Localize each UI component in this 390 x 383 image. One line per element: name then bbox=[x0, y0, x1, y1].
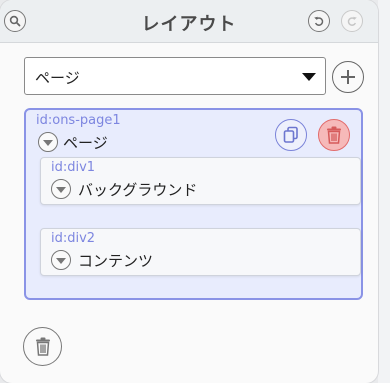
triangle-down-icon bbox=[43, 140, 53, 146]
layout-tree: id:ons-page1 ページ id:div1 バックグラウンド id:div… bbox=[24, 108, 363, 300]
collapse-toggle[interactable] bbox=[51, 250, 71, 270]
collapse-toggle[interactable] bbox=[38, 132, 58, 152]
triangle-down-icon bbox=[56, 187, 66, 193]
copy-icon bbox=[283, 126, 298, 143]
side-strip bbox=[378, 0, 390, 383]
delete-node-button[interactable] bbox=[318, 119, 350, 151]
tree-node[interactable]: id:div1 バックグラウンド bbox=[40, 157, 361, 205]
panel-header: レイアウト bbox=[0, 0, 378, 43]
trash-icon bbox=[327, 126, 341, 144]
undo-icon bbox=[314, 16, 324, 26]
undo-button[interactable] bbox=[308, 10, 330, 32]
page-select-value: ページ bbox=[35, 69, 80, 87]
trash-icon bbox=[35, 337, 50, 356]
delete-button[interactable] bbox=[23, 327, 62, 366]
layout-panel: レイアウト ページ id:ons-page1 ページ id:div1 バックグラ… bbox=[0, 0, 378, 383]
child-node-id: id:div2 bbox=[51, 231, 96, 246]
root-node-id: id:ons-page1 bbox=[36, 113, 121, 128]
child-node-label: コンテンツ bbox=[78, 252, 154, 270]
child-node-label: バックグラウンド bbox=[78, 181, 198, 199]
tree-node[interactable]: id:div2 コンテンツ bbox=[40, 228, 361, 276]
page-select[interactable]: ページ bbox=[24, 57, 326, 95]
child-node-id: id:div1 bbox=[51, 160, 96, 175]
triangle-down-icon bbox=[56, 258, 66, 264]
redo-button[interactable] bbox=[341, 10, 363, 32]
copy-node-button[interactable] bbox=[275, 119, 307, 151]
root-node-label[interactable]: ページ bbox=[63, 132, 108, 153]
chevron-down-icon bbox=[302, 73, 316, 81]
add-page-button[interactable] bbox=[332, 61, 364, 93]
redo-icon bbox=[347, 16, 357, 26]
collapse-toggle[interactable] bbox=[51, 179, 71, 199]
plus-icon bbox=[341, 70, 355, 84]
